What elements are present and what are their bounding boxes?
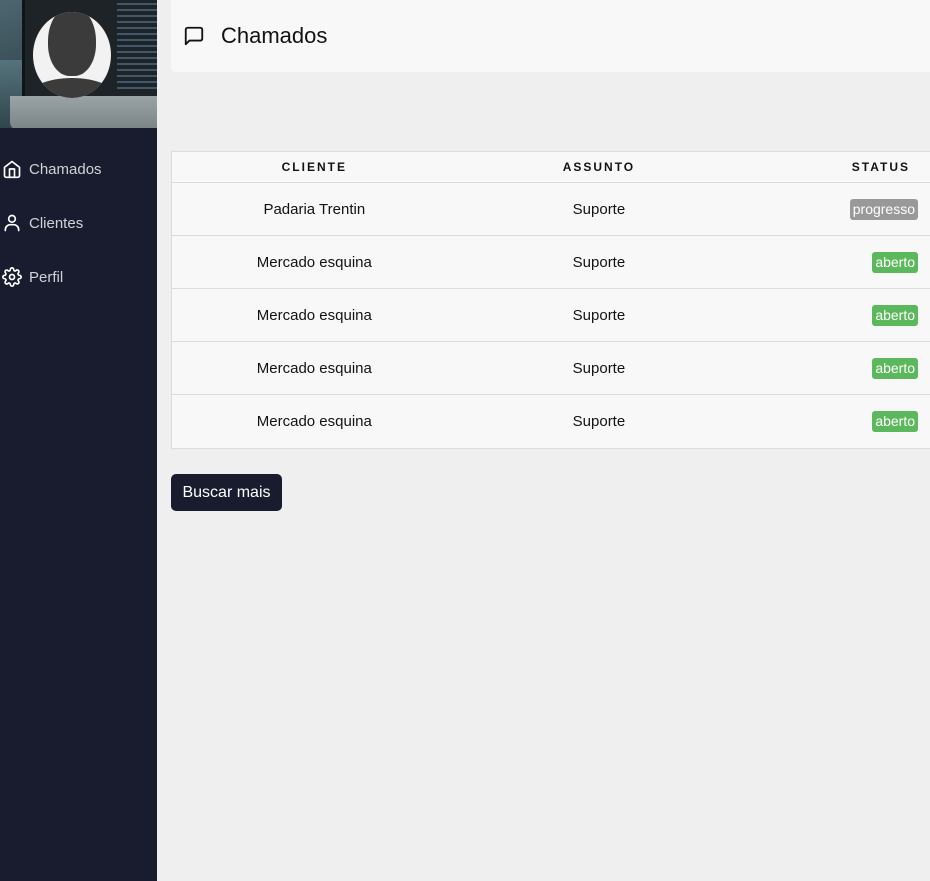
sidebar-item-perfil[interactable]: Perfil	[0, 250, 157, 304]
cell-cliente: Padaria Trentin	[263, 200, 366, 218]
cell-assunto: Suporte	[572, 359, 626, 377]
avatar[interactable]	[33, 12, 111, 98]
sidebar-item-label: Chamados	[29, 160, 102, 178]
table-row[interactable]: Padaria Trentin Suporte progresso	[172, 183, 930, 236]
sidebar-item-label: Perfil	[29, 268, 64, 286]
status-badge: aberto	[872, 411, 919, 432]
cell-cliente: Mercado esquina	[256, 359, 372, 377]
cell-assunto: Suporte	[572, 200, 626, 218]
sidebar-item-label: Clientes	[29, 214, 84, 232]
table-header: CLIENTE ASSUNTO STATUS	[172, 152, 930, 183]
cell-assunto: Suporte	[572, 253, 626, 271]
cell-cliente: Mercado esquina	[256, 253, 372, 271]
column-header-assunto: ASSUNTO	[562, 160, 636, 174]
cell-cliente: Mercado esquina	[256, 306, 372, 324]
status-badge: aberto	[872, 251, 919, 273]
cell-cliente: Mercado esquina	[256, 413, 372, 430]
load-more-button[interactable]: Buscar mais	[171, 474, 282, 511]
gear-icon	[2, 267, 22, 287]
app-root: Chamados Clientes Perfil Chamados CLIENT…	[0, 0, 930, 881]
user-icon	[4, 214, 20, 232]
sidebar-item-chamados[interactable]: Chamados	[0, 142, 157, 196]
status-badge: aberto	[872, 357, 919, 379]
sidebar-cover-image	[0, 0, 157, 128]
table-row[interactable]: Mercado esquina Suporte aberto	[172, 342, 930, 395]
message-square-icon	[184, 26, 204, 46]
page-header: Chamados	[171, 0, 930, 72]
cell-assunto: Suporte	[572, 306, 626, 324]
table-row[interactable]: Mercado esquina Suporte aberto	[172, 236, 930, 289]
table-row[interactable]: Mercado esquina Suporte aberto	[172, 289, 930, 342]
status-badge: progresso	[849, 198, 919, 220]
cell-assunto: Suporte	[572, 413, 626, 430]
table-row[interactable]: Mercado esquina Suporte aberto	[172, 395, 930, 448]
status-badge: aberto	[872, 304, 919, 326]
page-title: Chamados	[221, 23, 328, 48]
main-content: Chamados CLIENTE ASSUNTO STATUS Padaria …	[157, 0, 930, 881]
sidebar: Chamados Clientes Perfil	[0, 0, 157, 881]
sidebar-item-clientes[interactable]: Clientes	[0, 196, 157, 250]
column-header-cliente: CLIENTE	[281, 160, 347, 174]
column-header-status: STATUS	[851, 160, 910, 174]
tickets-table: CLIENTE ASSUNTO STATUS Padaria Trentin S…	[171, 151, 930, 449]
sidebar-nav: Chamados Clientes Perfil	[0, 142, 157, 304]
home-icon	[3, 160, 21, 179]
